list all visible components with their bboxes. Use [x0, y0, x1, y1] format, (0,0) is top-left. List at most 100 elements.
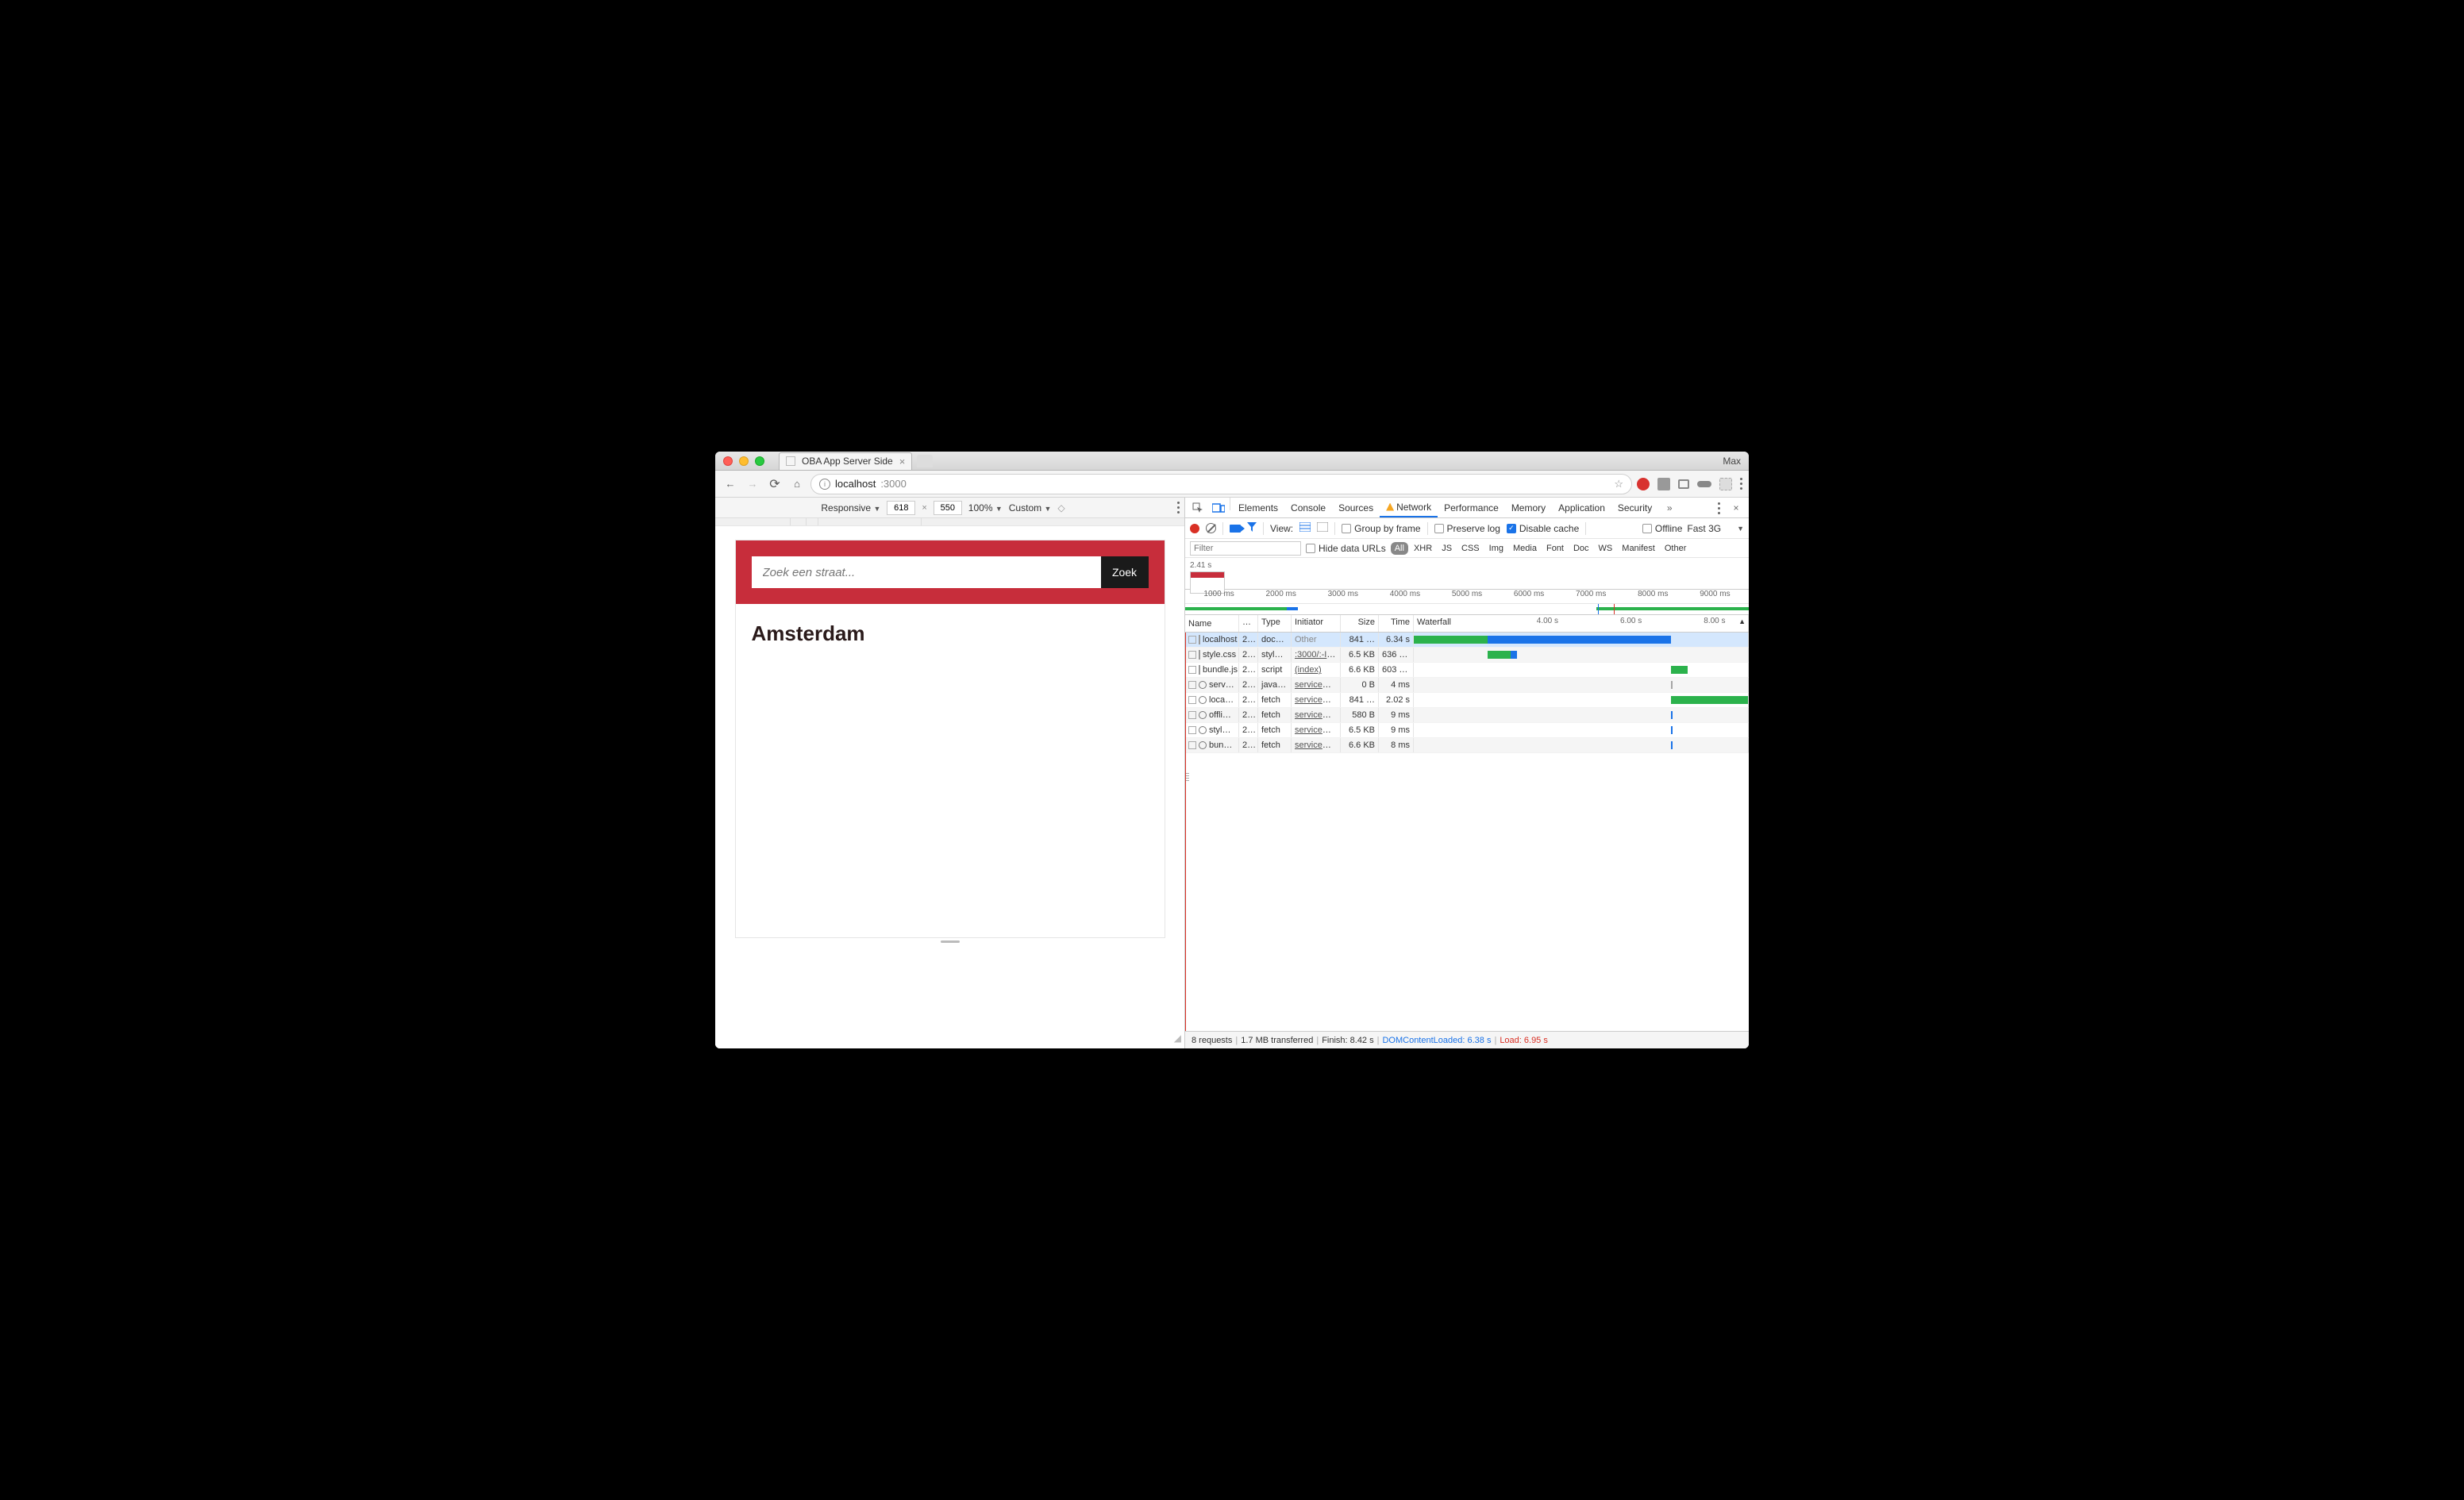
filter-input[interactable]: [1190, 541, 1301, 556]
url-toolbar: ← → ⟳ ⌂ i localhost:3000 ☆: [715, 471, 1749, 498]
row-checkbox[interactable]: [1188, 711, 1196, 719]
row-checkbox[interactable]: [1188, 696, 1196, 704]
profile-name[interactable]: Max: [1723, 456, 1741, 467]
network-row[interactable]: loca…2…fetchservicewor…841 …2.02 s: [1185, 693, 1749, 708]
col-type-header[interactable]: Type: [1258, 615, 1292, 632]
type-filter-other[interactable]: Other: [1661, 542, 1691, 555]
site-info-icon[interactable]: i: [819, 479, 830, 490]
timeline-ruler[interactable]: 1000 ms2000 ms3000 ms4000 ms5000 ms6000 …: [1185, 590, 1749, 604]
forward-button[interactable]: →: [744, 475, 761, 493]
reload-button[interactable]: ⟳: [766, 475, 783, 493]
viewport-height-input[interactable]: [934, 501, 962, 515]
network-row[interactable]: styl…2…fetchservicewor…6.5 KB9 ms: [1185, 723, 1749, 738]
devtools-tab-performance[interactable]: Performance: [1438, 498, 1505, 517]
filter-toggle-icon[interactable]: [1247, 522, 1257, 534]
toggle-device-icon[interactable]: [1209, 498, 1228, 517]
browser-tab[interactable]: OBA App Server Side ×: [779, 452, 912, 470]
row-checkbox[interactable]: [1188, 666, 1196, 674]
network-row[interactable]: bundle.js2…script(index)6.6 KB603 ms: [1185, 663, 1749, 678]
page-viewport: Zoek Amsterdam: [736, 540, 1165, 937]
type-filter-js[interactable]: JS: [1438, 542, 1456, 555]
back-button[interactable]: ←: [722, 475, 739, 493]
page-title: Amsterdam: [752, 621, 1149, 646]
type-filter-media[interactable]: Media: [1509, 542, 1541, 555]
offline-checkbox[interactable]: Offline: [1642, 523, 1682, 534]
rotate-icon[interactable]: ◇: [1057, 502, 1065, 513]
zoom-dropdown[interactable]: 100% ▼: [968, 502, 1003, 513]
viewport-resize-handle[interactable]: [941, 940, 960, 943]
new-tab-button[interactable]: [917, 455, 933, 467]
viewport-width-input[interactable]: [887, 501, 915, 515]
devtools-tab-security[interactable]: Security: [1611, 498, 1658, 517]
small-rows-icon[interactable]: [1317, 522, 1328, 534]
search-input[interactable]: [752, 556, 1101, 588]
device-ruler[interactable]: [715, 518, 1184, 526]
device-toolbar-menu-icon[interactable]: [1177, 502, 1180, 513]
network-row[interactable]: offli…2…fetchservicewor…580 B9 ms: [1185, 708, 1749, 723]
devtools-tab-console[interactable]: Console: [1284, 498, 1332, 517]
responsive-dropdown[interactable]: Responsive ▼: [821, 502, 880, 513]
col-name-header[interactable]: Name: [1185, 615, 1239, 632]
more-tabs-icon[interactable]: »: [1660, 498, 1679, 517]
type-filter-ws[interactable]: WS: [1595, 542, 1617, 555]
devtools-tab-network[interactable]: Network: [1380, 498, 1438, 517]
bookmark-star-icon[interactable]: ☆: [1614, 478, 1623, 490]
type-filter-css[interactable]: CSS: [1457, 542, 1484, 555]
extension-icon[interactable]: [1637, 478, 1650, 490]
inspect-element-icon[interactable]: [1188, 498, 1207, 517]
row-checkbox[interactable]: [1188, 651, 1196, 659]
devtools-tab-application[interactable]: Application: [1552, 498, 1611, 517]
network-row[interactable]: style.css2…styles…:3000/:-In…6.5 KB636 m…: [1185, 648, 1749, 663]
separator: [1427, 522, 1428, 535]
type-filter-all[interactable]: All: [1391, 542, 1408, 555]
col-waterfall-header[interactable]: Waterfall 4.00 s 6.00 s 8.00 s ▲: [1414, 615, 1749, 632]
extension-icon[interactable]: [1697, 481, 1711, 487]
disable-cache-checkbox[interactable]: ✓Disable cache: [1507, 523, 1579, 534]
url-field[interactable]: i localhost:3000 ☆: [810, 474, 1632, 494]
row-checkbox[interactable]: [1188, 741, 1196, 749]
search-button[interactable]: Zoek: [1101, 556, 1149, 588]
devtools-tab-elements[interactable]: Elements: [1232, 498, 1284, 517]
page-header: Zoek: [736, 540, 1165, 604]
large-rows-icon[interactable]: [1299, 522, 1311, 534]
browser-menu-icon[interactable]: [1740, 478, 1742, 490]
devtools-close-icon[interactable]: ×: [1727, 498, 1746, 517]
type-filter-font[interactable]: Font: [1542, 542, 1568, 555]
row-checkbox[interactable]: [1188, 681, 1196, 689]
clear-button[interactable]: [1206, 523, 1216, 533]
tab-close-icon[interactable]: ×: [899, 456, 906, 467]
type-filter-img[interactable]: Img: [1485, 542, 1507, 555]
network-row[interactable]: bun…2…fetchservicewor…6.6 KB8 ms: [1185, 738, 1749, 753]
col-initiator-header[interactable]: Initiator: [1292, 615, 1341, 632]
row-checkbox[interactable]: [1188, 636, 1196, 644]
throttling-dropdown[interactable]: Fast 3G: [1687, 523, 1721, 534]
row-checkbox[interactable]: [1188, 726, 1196, 734]
throttle-dropdown[interactable]: Custom ▼: [1009, 502, 1052, 513]
devtools-tab-sources[interactable]: Sources: [1332, 498, 1380, 517]
hide-data-urls-checkbox[interactable]: Hide data URLs: [1306, 543, 1386, 554]
col-size-header[interactable]: Size: [1341, 615, 1379, 632]
col-status-header[interactable]: …: [1239, 615, 1258, 632]
devtools-tab-memory[interactable]: Memory: [1505, 498, 1552, 517]
extension-icon[interactable]: [1719, 478, 1732, 490]
type-filter-xhr[interactable]: XHR: [1410, 542, 1436, 555]
preserve-log-checkbox[interactable]: Preserve log: [1434, 523, 1500, 534]
col-time-header[interactable]: Time: [1379, 615, 1414, 632]
maximize-window-button[interactable]: [755, 456, 764, 466]
ruler-tick: 1000 ms: [1203, 590, 1234, 598]
extension-icon[interactable]: [1657, 478, 1670, 490]
devtools-menu-icon[interactable]: [1718, 502, 1720, 517]
minimize-window-button[interactable]: [739, 456, 749, 466]
group-by-frame-checkbox[interactable]: Group by frame: [1342, 523, 1420, 534]
home-button[interactable]: ⌂: [788, 475, 806, 493]
corner-resize-icon[interactable]: ◢: [1174, 1033, 1181, 1044]
cast-icon[interactable]: [1678, 479, 1689, 489]
network-row[interactable]: localhost2…docu…Other841 …6.34 s: [1185, 633, 1749, 648]
record-button[interactable]: [1190, 524, 1199, 533]
type-filter-doc[interactable]: Doc: [1569, 542, 1593, 555]
network-overview[interactable]: 2.41 s: [1185, 558, 1749, 590]
screenshot-icon[interactable]: [1230, 525, 1241, 533]
type-filter-manifest[interactable]: Manifest: [1618, 542, 1659, 555]
network-row[interactable]: serv…2…javasc…servicewor…0 B4 ms: [1185, 678, 1749, 693]
close-window-button[interactable]: [723, 456, 733, 466]
